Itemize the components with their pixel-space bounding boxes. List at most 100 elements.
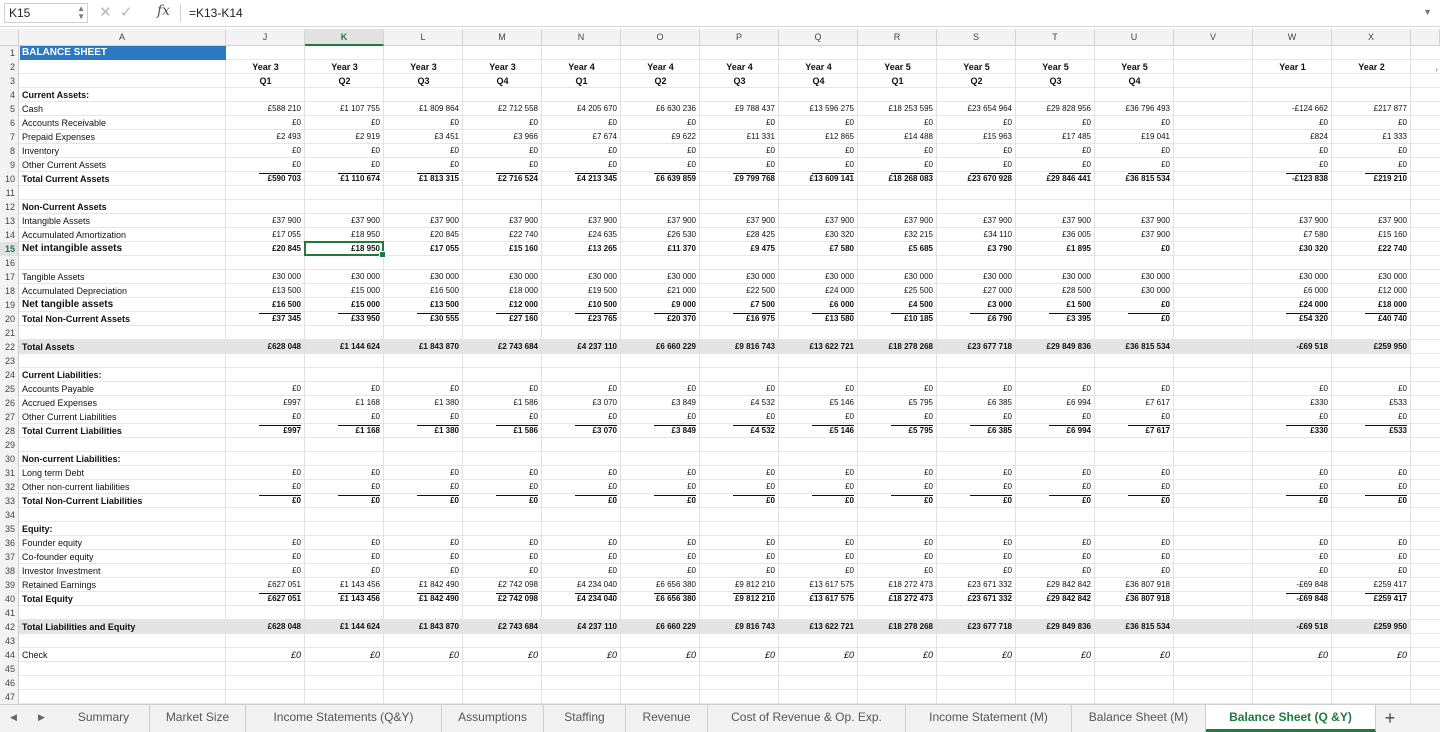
row-header[interactable]: 34	[0, 508, 19, 522]
data-cell[interactable]: £0	[1332, 382, 1410, 396]
data-cell[interactable]: £40 740	[1332, 312, 1410, 326]
data-cell[interactable]: £0	[1253, 466, 1331, 480]
sheet-tab-summary[interactable]: Summary	[58, 705, 150, 732]
data-cell[interactable]: £7 674	[542, 130, 620, 144]
data-cell[interactable]: £18 000	[463, 284, 541, 298]
row-header[interactable]: 2	[0, 60, 19, 74]
data-cell[interactable]: £0	[1253, 494, 1331, 508]
row-label[interactable]: Non-current Liabilities:	[22, 452, 121, 466]
row-header[interactable]: 36	[0, 536, 19, 550]
data-cell[interactable]: £1 843 870	[384, 340, 462, 354]
data-cell[interactable]: £11 331	[700, 130, 778, 144]
name-box-stepper-icon[interactable]: ▲ ▼	[77, 5, 85, 21]
data-cell[interactable]: -£69 518	[1253, 340, 1331, 354]
data-cell[interactable]: £0	[226, 536, 304, 550]
row-label[interactable]: Accumulated Amortization	[22, 228, 126, 242]
data-cell[interactable]: £9 475	[700, 242, 778, 256]
data-cell[interactable]: £0	[542, 494, 620, 508]
data-cell[interactable]: £13 500	[384, 298, 462, 312]
row-header[interactable]: 35	[0, 522, 19, 536]
data-cell[interactable]: £0	[700, 410, 778, 424]
data-cell[interactable]: £0	[1253, 648, 1331, 662]
data-cell[interactable]: £0	[937, 536, 1015, 550]
data-cell[interactable]: £259 950	[1332, 620, 1410, 634]
data-cell[interactable]: £0	[621, 564, 699, 578]
data-cell[interactable]: £18 950	[305, 242, 383, 256]
data-cell[interactable]: £3 070	[542, 424, 620, 438]
data-cell[interactable]: £0	[1332, 564, 1410, 578]
column-header-n[interactable]: N	[542, 29, 621, 46]
column-header-a[interactable]: A	[19, 29, 226, 46]
data-cell[interactable]: £23 671 332	[937, 592, 1015, 606]
row-label[interactable]: Equity:	[22, 522, 53, 536]
data-cell[interactable]: £1 842 490	[384, 578, 462, 592]
data-cell[interactable]: £28 425	[700, 228, 778, 242]
select-all-corner[interactable]	[0, 29, 19, 46]
data-cell[interactable]: £0	[542, 466, 620, 480]
column-header-u[interactable]: U	[1095, 29, 1174, 46]
sheet-tab-balance-sheet-m[interactable]: Balance Sheet (M)	[1072, 705, 1206, 732]
data-cell[interactable]: £6 656 380	[621, 578, 699, 592]
data-cell[interactable]: £0	[226, 116, 304, 130]
sheet-tab-income-statements-q-y[interactable]: Income Statements (Q&Y)	[246, 705, 442, 732]
data-cell[interactable]: £9 812 210	[700, 578, 778, 592]
data-cell[interactable]: £0	[700, 382, 778, 396]
data-cell[interactable]: £4 234 040	[542, 592, 620, 606]
column-header-x[interactable]: X	[1332, 29, 1411, 46]
data-cell[interactable]: £0	[384, 466, 462, 480]
data-cell[interactable]: £0	[226, 144, 304, 158]
data-cell[interactable]: £0	[1095, 144, 1173, 158]
column-header-q[interactable]: Q	[779, 29, 858, 46]
data-cell[interactable]: £0	[1095, 494, 1173, 508]
data-cell[interactable]: £37 900	[1016, 214, 1094, 228]
data-cell[interactable]: £16 975	[700, 312, 778, 326]
data-cell[interactable]: £0	[700, 466, 778, 480]
data-cell[interactable]: £0	[937, 648, 1015, 662]
data-cell[interactable]: £0	[542, 648, 620, 662]
data-cell[interactable]: £533	[1332, 396, 1410, 410]
data-cell[interactable]: £0	[542, 564, 620, 578]
data-cell[interactable]: £13 265	[542, 242, 620, 256]
data-cell[interactable]: £0	[384, 382, 462, 396]
data-cell[interactable]: £30 000	[1095, 284, 1173, 298]
data-cell[interactable]: £0	[226, 382, 304, 396]
data-cell[interactable]: £2 743 684	[463, 620, 541, 634]
data-cell[interactable]: £30 000	[621, 270, 699, 284]
row-label[interactable]: Other Current Assets	[22, 158, 106, 172]
data-cell[interactable]: £37 900	[305, 214, 383, 228]
data-cell[interactable]: £0	[305, 536, 383, 550]
data-cell[interactable]: £13 617 575	[779, 578, 857, 592]
data-cell[interactable]: £0	[1332, 466, 1410, 480]
row-header[interactable]: 7	[0, 130, 19, 144]
data-cell[interactable]: £0	[1095, 410, 1173, 424]
column-header-l[interactable]: L	[384, 29, 463, 46]
data-cell[interactable]: £3 966	[463, 130, 541, 144]
data-cell[interactable]: £0	[1016, 564, 1094, 578]
data-cell[interactable]: £6 385	[937, 396, 1015, 410]
data-cell[interactable]: £0	[305, 648, 383, 662]
data-cell[interactable]: £0	[1095, 382, 1173, 396]
data-cell[interactable]: £0	[779, 648, 857, 662]
row-header[interactable]: 19	[0, 298, 19, 312]
data-cell[interactable]: £22 740	[1332, 242, 1410, 256]
data-cell[interactable]: £6 639 859	[621, 172, 699, 186]
data-cell[interactable]: £0	[305, 494, 383, 508]
data-cell[interactable]: £0	[1332, 116, 1410, 130]
data-cell[interactable]: £0	[1095, 158, 1173, 172]
data-cell[interactable]: £0	[779, 564, 857, 578]
data-cell[interactable]: £18 278 268	[858, 340, 936, 354]
data-cell[interactable]: £0	[226, 480, 304, 494]
data-cell[interactable]: £0	[463, 158, 541, 172]
data-cell[interactable]: £0	[305, 466, 383, 480]
data-cell[interactable]: £0	[1095, 298, 1173, 312]
data-cell[interactable]: £20 845	[226, 242, 304, 256]
data-cell[interactable]: £22 740	[463, 228, 541, 242]
column-header-k[interactable]: K	[305, 29, 384, 46]
data-cell[interactable]: £6 660 229	[621, 620, 699, 634]
row-header[interactable]: 10	[0, 172, 19, 186]
data-cell[interactable]: £37 900	[1095, 214, 1173, 228]
data-cell[interactable]: £1 107 755	[305, 102, 383, 116]
data-cell[interactable]: £0	[621, 144, 699, 158]
data-cell[interactable]: £6 000	[779, 298, 857, 312]
data-cell[interactable]: -£69 848	[1253, 592, 1331, 606]
